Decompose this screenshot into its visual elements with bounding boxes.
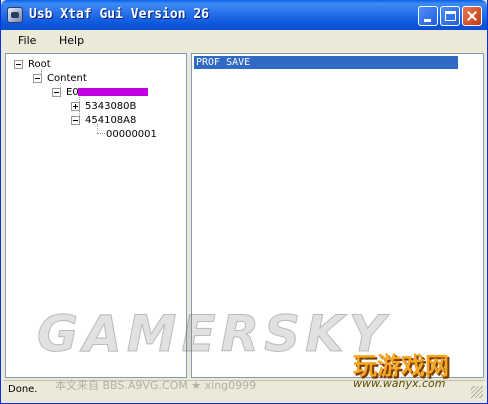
watermark-logo-url: www.wanyx.com [353, 377, 446, 390]
menu-help[interactable]: Help [59, 34, 84, 47]
window-title: Usb Xtaf Gui Version 26 [29, 7, 210, 22]
tree-label-file: 00000001 [106, 129, 157, 140]
expand-icon[interactable] [71, 102, 80, 111]
close-icon [463, 7, 481, 25]
tree-node-file-00000001[interactable]: 00000001 [106, 128, 157, 141]
maximize-button[interactable] [440, 6, 460, 26]
tree-node-device[interactable]: E0 [52, 86, 162, 99]
maximize-icon [445, 11, 456, 21]
close-button[interactable] [462, 6, 482, 26]
collapse-icon[interactable] [52, 88, 61, 97]
menu-bar: File Help [4, 30, 485, 52]
tree-label-folder: 5343080B [85, 101, 137, 112]
app-window: Usb Xtaf Gui Version 26 File Help Root C… [0, 0, 488, 404]
collapse-icon[interactable] [33, 74, 42, 83]
status-text: Done. [8, 384, 38, 395]
watermark-logo: 玩游戏网 [353, 352, 449, 380]
list-item-selected[interactable]: PROF SAVE [194, 56, 458, 69]
app-icon[interactable] [7, 7, 23, 23]
collapse-icon[interactable] [14, 60, 23, 69]
watermark-text: GAMERSKY [36, 305, 391, 364]
redaction-mark [78, 88, 148, 96]
minimize-icon [424, 19, 431, 22]
tree-label-root: Root [28, 59, 51, 70]
resize-grip-icon[interactable] [471, 386, 483, 398]
tree-label-folder: 454108A8 [85, 115, 137, 126]
minimize-button[interactable] [418, 6, 438, 26]
tree-label-content: Content [47, 73, 87, 84]
tree-connector [97, 133, 105, 134]
title-bar[interactable]: Usb Xtaf Gui Version 26 [1, 0, 487, 30]
tree-label-device: E0 [66, 87, 79, 98]
menu-file[interactable]: File [18, 34, 36, 47]
collapse-icon[interactable] [71, 116, 80, 125]
watermark-source: 本文来自 BBS.A9VG.COM ★ xing0999 [55, 379, 257, 392]
